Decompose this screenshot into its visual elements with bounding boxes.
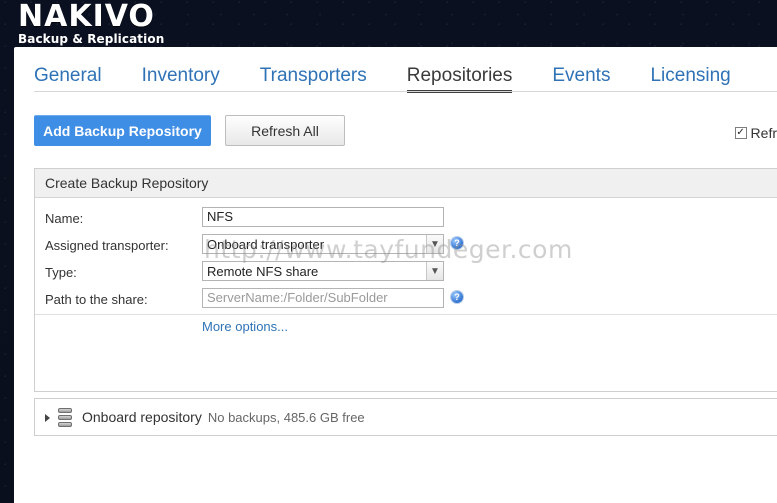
tab-inventory[interactable]: Inventory <box>142 65 220 87</box>
auto-refresh-label: Refr <box>750 125 777 141</box>
tab-divider <box>34 91 777 92</box>
transporter-row: Assigned transporter: Onboard transporte… <box>45 234 765 261</box>
toolbar: Add Backup Repository Refresh All ✓ Refr <box>34 115 777 147</box>
path-label: Path to the share: <box>45 292 148 307</box>
tab-repositories[interactable]: Repositories <box>406 65 512 93</box>
path-field[interactable]: ServerName:/Folder/SubFolder <box>202 288 444 308</box>
type-value: Remote NFS share <box>207 264 319 279</box>
brand-subtitle: Backup & Replication <box>18 32 165 46</box>
transporter-select[interactable]: Onboard transporter ▼ <box>202 234 444 254</box>
panel-divider <box>35 314 777 315</box>
panel-title: Create Backup Repository <box>35 169 777 198</box>
tab-general[interactable]: General <box>34 65 102 87</box>
brand-logo: NAKIVO <box>18 0 155 34</box>
type-select[interactable]: Remote NFS share ▼ <box>202 261 444 281</box>
top-tabs: General Inventory Transporters Repositor… <box>34 65 777 93</box>
name-row: Name: NFS <box>45 207 765 234</box>
path-row: Path to the share: ServerName:/Folder/Su… <box>45 288 765 315</box>
repository-form: Name: NFS Assigned transporter: Onboard … <box>45 207 765 334</box>
name-field[interactable]: NFS <box>202 207 444 227</box>
app-window: NAKIVO Backup & Replication General Inve… <box>0 0 777 503</box>
brand: NAKIVO Backup & Replication <box>18 0 165 46</box>
main-content: General Inventory Transporters Repositor… <box>14 47 777 503</box>
help-icon[interactable]: ? <box>451 291 463 303</box>
repository-list: Onboard repository No backups, 485.6 GB … <box>34 398 777 436</box>
tab-licensing[interactable]: Licensing <box>650 65 730 87</box>
expand-icon[interactable] <box>45 413 50 422</box>
type-row: Type: Remote NFS share ▼ <box>45 261 765 288</box>
transporter-label: Assigned transporter: <box>45 238 169 253</box>
tab-transporters[interactable]: Transporters <box>260 65 367 87</box>
help-icon[interactable]: ? <box>451 237 463 249</box>
create-backup-repository-panel: Create Backup Repository Name: NFS Assig… <box>34 168 777 392</box>
auto-refresh-checkbox[interactable]: ✓ <box>734 127 747 139</box>
chevron-down-icon[interactable]: ▼ <box>426 262 443 280</box>
database-icon <box>58 407 72 427</box>
add-backup-repository-button[interactable]: Add Backup Repository <box>34 115 211 146</box>
tab-events[interactable]: Events <box>552 65 610 87</box>
name-label: Name: <box>45 211 84 226</box>
type-label: Type: <box>45 265 77 280</box>
repository-name: Onboard repository <box>82 409 202 425</box>
chevron-down-icon[interactable]: ▼ <box>426 235 443 253</box>
repository-meta: No backups, 485.6 GB free <box>207 409 365 425</box>
auto-refresh-control[interactable]: ✓ Refr <box>734 125 777 141</box>
repository-item[interactable]: Onboard repository No backups, 485.6 GB … <box>35 399 365 435</box>
refresh-all-button[interactable]: Refresh All <box>225 115 345 146</box>
transporter-value: Onboard transporter <box>207 237 325 252</box>
more-options-link[interactable]: More options... <box>202 319 288 334</box>
